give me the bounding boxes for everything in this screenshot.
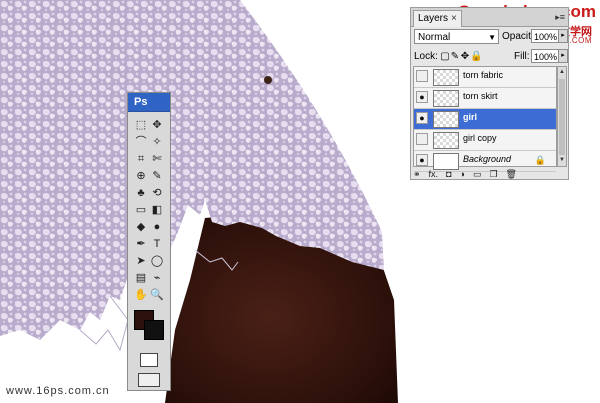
adjustment-layer-icon[interactable]: ◑	[460, 169, 465, 179]
scroll-down-icon[interactable]: ▼	[558, 156, 566, 165]
lasso-icon[interactable]: ⌒	[134, 135, 148, 149]
lock-transparent-icon[interactable]: ▢	[440, 51, 450, 62]
eyedropper-icon[interactable]: ⌁	[150, 271, 164, 285]
layer-row[interactable]: girl copy	[414, 130, 556, 151]
hand-icon[interactable]: ✋	[134, 288, 148, 302]
quick-mask-icon[interactable]	[140, 353, 158, 367]
layers-tab-bar: Layers × ▸≡	[411, 8, 568, 27]
layer-name: girl copy	[463, 133, 497, 143]
eye-icon[interactable]: ●	[416, 154, 428, 166]
fill-label: Fill:	[514, 51, 530, 62]
dodge-icon[interactable]: ●	[150, 220, 164, 234]
lock-position-icon[interactable]: ✥	[460, 51, 470, 62]
layer-row[interactable]: torn fabric	[414, 67, 556, 88]
layer-name: Background	[463, 154, 512, 164]
healing-brush-icon[interactable]: ⊕	[134, 169, 148, 183]
type-icon[interactable]: T	[150, 237, 164, 251]
blur-icon[interactable]: ◆	[134, 220, 148, 234]
blend-mode-select[interactable]: Normal ▼	[414, 29, 499, 44]
layer-list-scrollbar[interactable]: ▲ ▼	[557, 66, 567, 167]
blend-row: Normal ▼ Opacity: 100% ▸	[414, 28, 568, 46]
new-layer-icon[interactable]: ❐	[489, 169, 497, 180]
layer-thumbnail	[433, 90, 459, 107]
visibility-toggle[interactable]	[416, 70, 428, 82]
tab-layers[interactable]: Layers ×	[413, 10, 462, 27]
layer-list: torn fabric ● torn skirt ● girl girl copy ● Bac…	[413, 66, 557, 172]
screen-mode-icon[interactable]	[138, 373, 160, 387]
lock-row: Lock: ▢✎ ✥🔒 Fill: 100% ▸	[414, 48, 568, 66]
scroll-up-icon[interactable]: ▲	[558, 68, 566, 77]
panel-menu-icon[interactable]: ▸≡	[555, 12, 565, 23]
chevron-down-icon: ▼	[488, 33, 496, 42]
shape-icon[interactable]: ◯	[150, 254, 164, 268]
close-tab-icon[interactable]: ×	[451, 13, 457, 24]
layer-thumbnail	[433, 132, 459, 149]
crop-icon[interactable]: ⌗	[134, 152, 148, 166]
color-swatches	[134, 310, 166, 342]
layer-thumbnail	[433, 111, 459, 128]
layer-name: girl	[463, 112, 478, 122]
tools-panel-title[interactable]: Ps	[128, 93, 170, 112]
fill-field[interactable]: 100%	[531, 49, 559, 63]
pen-icon[interactable]: ✒	[134, 237, 148, 251]
eye-icon[interactable]: ●	[416, 112, 428, 124]
tab-layers-label: Layers	[418, 13, 449, 24]
layers-panel: Layers × ▸≡ Normal ▼ Opacity: 100% ▸ Lock…	[410, 7, 569, 180]
layer-row[interactable]: ● torn skirt	[414, 88, 556, 109]
opacity-slider-icon[interactable]: ▸	[558, 29, 568, 43]
slice-icon[interactable]: ✄	[150, 152, 164, 166]
watermark-bottom: www.16ps.com.cn	[6, 385, 110, 397]
opacity-field[interactable]: 100%	[531, 29, 559, 43]
blend-mode-value: Normal	[418, 32, 451, 43]
layers-footer: ⚭ fx. ◘ ◑ ▭ ❐ 🗑	[413, 168, 566, 179]
tools-panel: Ps ⬚ ✥⌒ ✧⌗ ✄⊕ ✎♣ ⟲▭ ◧◆ ●✒ T➤ ◯▤ ⌁✋ 🔍	[127, 92, 171, 391]
background-color-swatch[interactable]	[144, 320, 164, 340]
brush-icon[interactable]: ✎	[150, 169, 164, 183]
eraser-icon[interactable]: ▭	[134, 203, 148, 217]
zoom-icon[interactable]: 🔍	[150, 288, 164, 302]
clone-stamp-icon[interactable]: ♣	[134, 186, 148, 200]
fill-slider-icon[interactable]: ▸	[558, 49, 568, 63]
rectangular-marquee-icon[interactable]: ⬚	[134, 118, 148, 132]
history-brush-icon[interactable]: ⟲	[150, 186, 164, 200]
scroll-thumb[interactable]	[559, 79, 565, 155]
magic-wand-icon[interactable]: ✧	[150, 135, 164, 149]
path-selection-icon[interactable]: ➤	[134, 254, 148, 268]
lock-icons: ▢✎ ✥🔒	[440, 50, 482, 62]
layer-row[interactable]: ● girl	[414, 109, 556, 130]
add-mask-icon[interactable]: ◘	[446, 169, 451, 179]
move-icon[interactable]: ✥	[150, 118, 164, 132]
tool-grid: ⬚ ✥⌒ ✧⌗ ✄⊕ ✎♣ ⟲▭ ◧◆ ●✒ T➤ ◯▤ ⌁✋ 🔍	[133, 117, 167, 304]
new-group-icon[interactable]: ▭	[473, 169, 482, 180]
eye-icon[interactable]: ●	[416, 91, 428, 103]
layer-style-icon[interactable]: fx.	[429, 169, 439, 179]
lock-label: Lock:	[414, 51, 438, 62]
paint-bucket-icon[interactable]: ◧	[150, 203, 164, 217]
visibility-toggle[interactable]	[416, 133, 428, 145]
notes-icon[interactable]: ▤	[134, 271, 148, 285]
layer-name: torn fabric	[463, 70, 504, 80]
lock-all-icon[interactable]: 🔒	[470, 51, 482, 62]
layer-name: torn skirt	[463, 91, 498, 101]
lock-image-icon[interactable]: ✎	[450, 51, 460, 62]
delete-layer-icon[interactable]: 🗑	[506, 169, 517, 180]
layer-thumbnail	[433, 69, 459, 86]
link-layers-icon[interactable]: ⚭	[413, 169, 421, 180]
lock-icon: 🔒	[534, 155, 546, 165]
